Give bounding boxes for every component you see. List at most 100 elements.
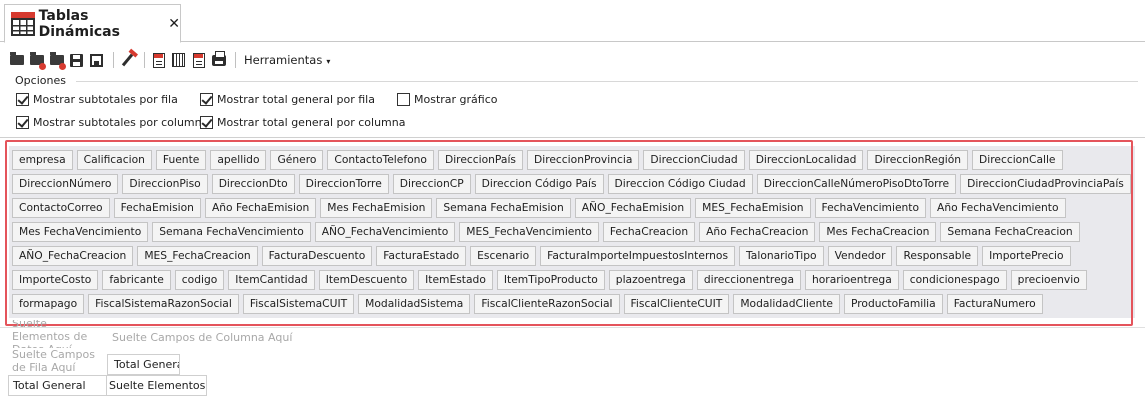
- field-button[interactable]: Semana FechaCreacion: [940, 222, 1080, 242]
- field-button[interactable]: Mes FechaCreacion: [819, 222, 937, 242]
- field-button[interactable]: codigo: [174, 270, 225, 290]
- checkbox-total-general-columna[interactable]: Mostrar total general por columna: [200, 116, 405, 129]
- close-icon[interactable]: ✕: [168, 16, 180, 32]
- field-button[interactable]: FiscalSistemaCUIT: [242, 294, 355, 314]
- field-button[interactable]: formapago: [12, 294, 85, 314]
- field-button[interactable]: DireccionDto: [211, 174, 295, 194]
- field-button[interactable]: Vendedor: [827, 246, 893, 266]
- field-button[interactable]: ProductoFamilia: [844, 294, 943, 314]
- field-button[interactable]: condicionespago: [902, 270, 1007, 290]
- wand-icon[interactable]: [119, 52, 136, 69]
- field-button[interactable]: Escenario: [470, 246, 537, 266]
- field-button[interactable]: MES_FechaVencimiento: [459, 222, 599, 242]
- field-button[interactable]: ModalidadSistema: [358, 294, 471, 314]
- field-button[interactable]: ItemDescuento: [318, 270, 415, 290]
- data-drop-zone[interactable]: Suelte Elementos de Datos Aquí: [12, 320, 102, 348]
- row-total-header: Total General: [8, 375, 107, 396]
- checkbox-total-general-fila[interactable]: Mostrar total general por fila: [200, 93, 375, 106]
- field-button[interactable]: Direccion Código País: [474, 174, 604, 194]
- export-csv-icon[interactable]: [170, 52, 187, 69]
- field-button[interactable]: DireccionLocalidad: [748, 150, 864, 170]
- field-button[interactable]: ItemTipoProducto: [496, 270, 605, 290]
- field-button[interactable]: horarioentrega: [805, 270, 899, 290]
- field-button[interactable]: AÑO_FechaEmision: [574, 198, 692, 218]
- tab-tablas-dinamicas[interactable]: Tablas Dinámicas ✕: [4, 4, 181, 43]
- field-button[interactable]: fabricante: [102, 270, 171, 290]
- field-button[interactable]: DireccionNúmero: [12, 174, 119, 194]
- column-drop-zone[interactable]: Suelte Campos de Columna Aquí: [112, 331, 292, 344]
- field-button[interactable]: TalonarioTipo: [739, 246, 824, 266]
- export-excel-icon[interactable]: [150, 52, 167, 69]
- checkbox-box[interactable]: [397, 93, 410, 106]
- field-button[interactable]: Calificacion: [76, 150, 152, 170]
- field-button[interactable]: empresa: [12, 150, 73, 170]
- document-tab-strip: Tablas Dinámicas ✕: [0, 0, 1145, 43]
- field-button[interactable]: apellido: [210, 150, 267, 170]
- field-button[interactable]: Semana FechaVencimiento: [152, 222, 311, 242]
- field-button[interactable]: DireccionProvincia: [527, 150, 640, 170]
- field-button[interactable]: ItemCantidad: [228, 270, 315, 290]
- field-button[interactable]: FechaCreacion: [602, 222, 696, 242]
- field-button[interactable]: DireccionTorre: [298, 174, 389, 194]
- field-button[interactable]: ContactoTelefono: [327, 150, 434, 170]
- field-button[interactable]: MES_FechaEmision: [695, 198, 811, 218]
- field-button[interactable]: DireccionCalle: [972, 150, 1063, 170]
- row-drop-zone[interactable]: Suelte Campos de Fila Aquí: [12, 348, 102, 374]
- field-button[interactable]: plazoentrega: [608, 270, 693, 290]
- field-button[interactable]: Direccion Código Ciudad: [607, 174, 753, 194]
- checkbox-label: Mostrar subtotales por columna: [33, 116, 209, 129]
- field-button[interactable]: DireccionCalleNúmeroPisoDtoTorre: [756, 174, 957, 194]
- field-button[interactable]: FacturaNumero: [946, 294, 1043, 314]
- checkbox-subtotales-columna[interactable]: Mostrar subtotales por columna: [16, 116, 208, 129]
- field-button[interactable]: FacturaDescuento: [261, 246, 373, 266]
- herramientas-menu[interactable]: Herramientas ▾: [244, 53, 330, 67]
- checkbox-subtotales-fila[interactable]: Mostrar subtotales por fila: [16, 93, 178, 106]
- field-button[interactable]: DireccionCiudadProvinciaPaís: [960, 174, 1131, 194]
- field-button[interactable]: FiscalClienteRazonSocial: [474, 294, 620, 314]
- field-button[interactable]: Mes FechaEmision: [320, 198, 433, 218]
- field-button[interactable]: Fuente: [155, 150, 207, 170]
- field-button[interactable]: FechaVencimiento: [814, 198, 927, 218]
- field-button[interactable]: FiscalSistemaRazonSocial: [88, 294, 239, 314]
- pivot-top-line: [0, 327, 1145, 328]
- save-as-icon[interactable]: [88, 52, 105, 69]
- field-button[interactable]: DireccionPiso: [122, 174, 208, 194]
- field-button[interactable]: DireccionPaís: [437, 150, 523, 170]
- field-button[interactable]: DireccionCP: [392, 174, 471, 194]
- checkbox-mostrar-grafico[interactable]: Mostrar gráfico: [397, 93, 498, 106]
- field-button[interactable]: AÑO_FechaCreacion: [12, 246, 134, 266]
- field-button[interactable]: FacturaImporteImpuestosInternos: [540, 246, 736, 266]
- field-button[interactable]: FacturaEstado: [376, 246, 467, 266]
- checkbox-box[interactable]: [200, 116, 213, 129]
- field-button[interactable]: FechaEmision: [113, 198, 201, 218]
- field-button[interactable]: FiscalClienteCUIT: [623, 294, 730, 314]
- print-icon[interactable]: [210, 50, 227, 69]
- field-button[interactable]: direccionentrega: [696, 270, 801, 290]
- field-button[interactable]: ImportePrecio: [982, 246, 1071, 266]
- export-pdf-icon[interactable]: [190, 52, 207, 69]
- field-button[interactable]: Semana FechaEmision: [436, 198, 571, 218]
- field-button[interactable]: DireccionCiudad: [643, 150, 745, 170]
- field-button[interactable]: ModalidadCliente: [733, 294, 840, 314]
- field-button[interactable]: DireccionRegión: [867, 150, 969, 170]
- field-button[interactable]: ContactoCorreo: [12, 198, 110, 218]
- save-icon[interactable]: [68, 52, 85, 69]
- checkbox-box[interactable]: [16, 93, 29, 106]
- field-button[interactable]: Año FechaVencimiento: [930, 198, 1066, 218]
- open-folder-icon[interactable]: [8, 52, 25, 69]
- field-button[interactable]: ItemEstado: [418, 270, 493, 290]
- field-button[interactable]: Mes FechaVencimiento: [12, 222, 149, 242]
- delete-layout-icon[interactable]: [48, 52, 66, 70]
- field-button[interactable]: precioenvio: [1010, 270, 1087, 290]
- field-button[interactable]: ImporteCosto: [12, 270, 99, 290]
- data-drop-zone-label: Suelte Elementos de Datos Aquí: [12, 320, 88, 348]
- field-button[interactable]: MES_FechaCreacion: [137, 246, 258, 266]
- field-button[interactable]: Año FechaEmision: [204, 198, 317, 218]
- field-button[interactable]: Responsable: [896, 246, 979, 266]
- checkbox-box[interactable]: [200, 93, 213, 106]
- open-layout-icon[interactable]: [28, 52, 46, 70]
- field-button[interactable]: Año FechaCreacion: [699, 222, 816, 242]
- checkbox-box[interactable]: [16, 116, 29, 129]
- field-button[interactable]: AÑO_FechaVencimiento: [314, 222, 456, 242]
- field-button[interactable]: Género: [270, 150, 324, 170]
